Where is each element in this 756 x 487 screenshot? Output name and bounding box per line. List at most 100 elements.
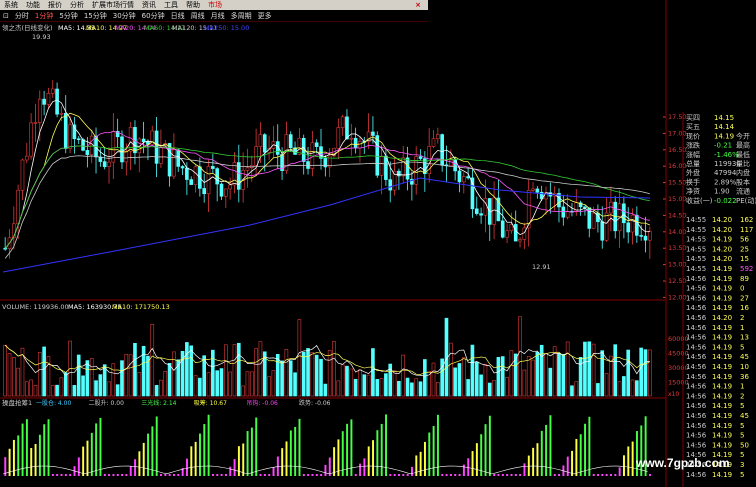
tick-price: 14.19: [712, 275, 732, 283]
indicator-bar: [454, 474, 457, 476]
quote-extra: 最低: [736, 150, 750, 159]
volume-bar: [561, 353, 566, 397]
tick-volume: 592: [740, 265, 753, 273]
indicator-bar: [90, 432, 93, 476]
indicator-bar: [471, 451, 474, 476]
volume-bar: [3, 344, 7, 397]
indicator-bar: [341, 431, 344, 476]
tick-price: 14.19: [712, 392, 732, 400]
indicator-bar: [125, 474, 128, 476]
volume-bars: [3, 316, 652, 397]
indicator-bar: [211, 474, 214, 476]
volume-bar: [236, 342, 241, 397]
candle-body: [81, 139, 85, 151]
candle-body: [107, 161, 111, 168]
candle-body: [461, 176, 466, 183]
tick-volume: 15: [740, 255, 749, 263]
indicator-bar: [190, 446, 193, 476]
indicator-bar: [116, 474, 119, 476]
quote-panel: 买四 14.15买五 14.14现价 14.19 今开涨跌 -0.21 最高涨幅 -1.46%…: [686, 114, 756, 205]
volume-ma10: MA10: 171750.13: [112, 303, 170, 311]
quote-label: 外盘: [686, 168, 700, 177]
tick-volume: 3: [740, 461, 744, 469]
volume-bar: [50, 385, 55, 397]
candle-body: [245, 167, 250, 171]
volume-bar: [211, 349, 215, 397]
indicator-bar: [411, 466, 413, 476]
candle-body: [479, 213, 483, 216]
volume-bar: [314, 354, 319, 397]
ma250-value: MA250: 15.00: [204, 24, 249, 32]
indicator-bar: [229, 466, 232, 476]
volume-bar: [336, 380, 341, 397]
indicator-bar: [376, 430, 379, 476]
candle-body: [297, 137, 302, 155]
tick-volume: 27: [740, 294, 749, 302]
indicator-bar: [333, 447, 336, 476]
indicator-bars: [2, 414, 651, 476]
volume-bar: [518, 316, 522, 397]
volume-bar: [630, 379, 635, 397]
volume-bar: [72, 385, 77, 397]
candle-body: [224, 188, 228, 197]
price-tick-label: 16.00: [668, 162, 687, 170]
volume-bar: [574, 381, 579, 397]
candle-body: [379, 155, 384, 176]
volume-bar: [219, 368, 224, 397]
volume-bar: [591, 343, 596, 397]
tick-volume: 13: [740, 334, 749, 342]
tick-volume: 5: [740, 343, 744, 351]
candle-body: [639, 235, 643, 237]
volume-bar: [466, 379, 470, 397]
volume-bar: [189, 345, 194, 397]
indicator-bar: [47, 419, 50, 476]
indicator-bar: [610, 474, 612, 476]
quote-extra: PE(动): [736, 196, 756, 205]
candle-body: [648, 230, 652, 241]
indicator-bar: [289, 430, 292, 476]
indicator-bar: [99, 417, 102, 476]
volume-bar: [349, 368, 354, 397]
candle-body: [509, 224, 514, 232]
indicator-bar: [532, 447, 535, 476]
candle-body: [76, 138, 81, 141]
candle-body: [167, 143, 172, 177]
tick-price: 14.19: [712, 383, 732, 391]
volume-bar: [59, 377, 64, 397]
indicator-bar: [272, 467, 275, 476]
indicator-bar: [108, 474, 111, 476]
indicator-bar: [242, 443, 245, 476]
indicator-bar: [571, 450, 574, 476]
indicator-bar: [363, 458, 366, 476]
indicator-bar: [545, 424, 548, 476]
volume-bar: [414, 378, 419, 397]
candle-body: [630, 214, 635, 233]
indicator-bar: [173, 474, 175, 476]
volume-bar: [89, 358, 94, 397]
indicator-bar: [601, 474, 604, 476]
volume-bar: [548, 367, 553, 397]
indicator-bar: [294, 426, 297, 476]
tick-price: 14.19: [712, 402, 732, 410]
indicator-bar: [164, 474, 167, 476]
indicator-bar: [51, 474, 54, 476]
volume-bar: [392, 370, 397, 397]
tick-time: 14:56: [686, 324, 707, 332]
volume-bar: [448, 342, 453, 397]
indicator-bar: [34, 443, 37, 476]
tick-volume: 5: [740, 451, 744, 459]
quote-extra: 内盘: [736, 168, 750, 177]
volume-bar: [362, 374, 367, 397]
volume-bar: [232, 344, 237, 397]
volume-bar: [12, 357, 16, 397]
volume-bar: [544, 353, 548, 397]
indicator-bar: [359, 463, 362, 476]
candle-body: [185, 167, 189, 180]
indicator-bar: [151, 426, 154, 476]
volume-bar: [570, 385, 574, 397]
indicator-bar: [60, 474, 63, 476]
indicator-bar: [540, 430, 543, 476]
indicator-bar: [298, 418, 301, 476]
indicator-bar: [207, 414, 210, 476]
quote-label: 买四: [686, 114, 700, 122]
